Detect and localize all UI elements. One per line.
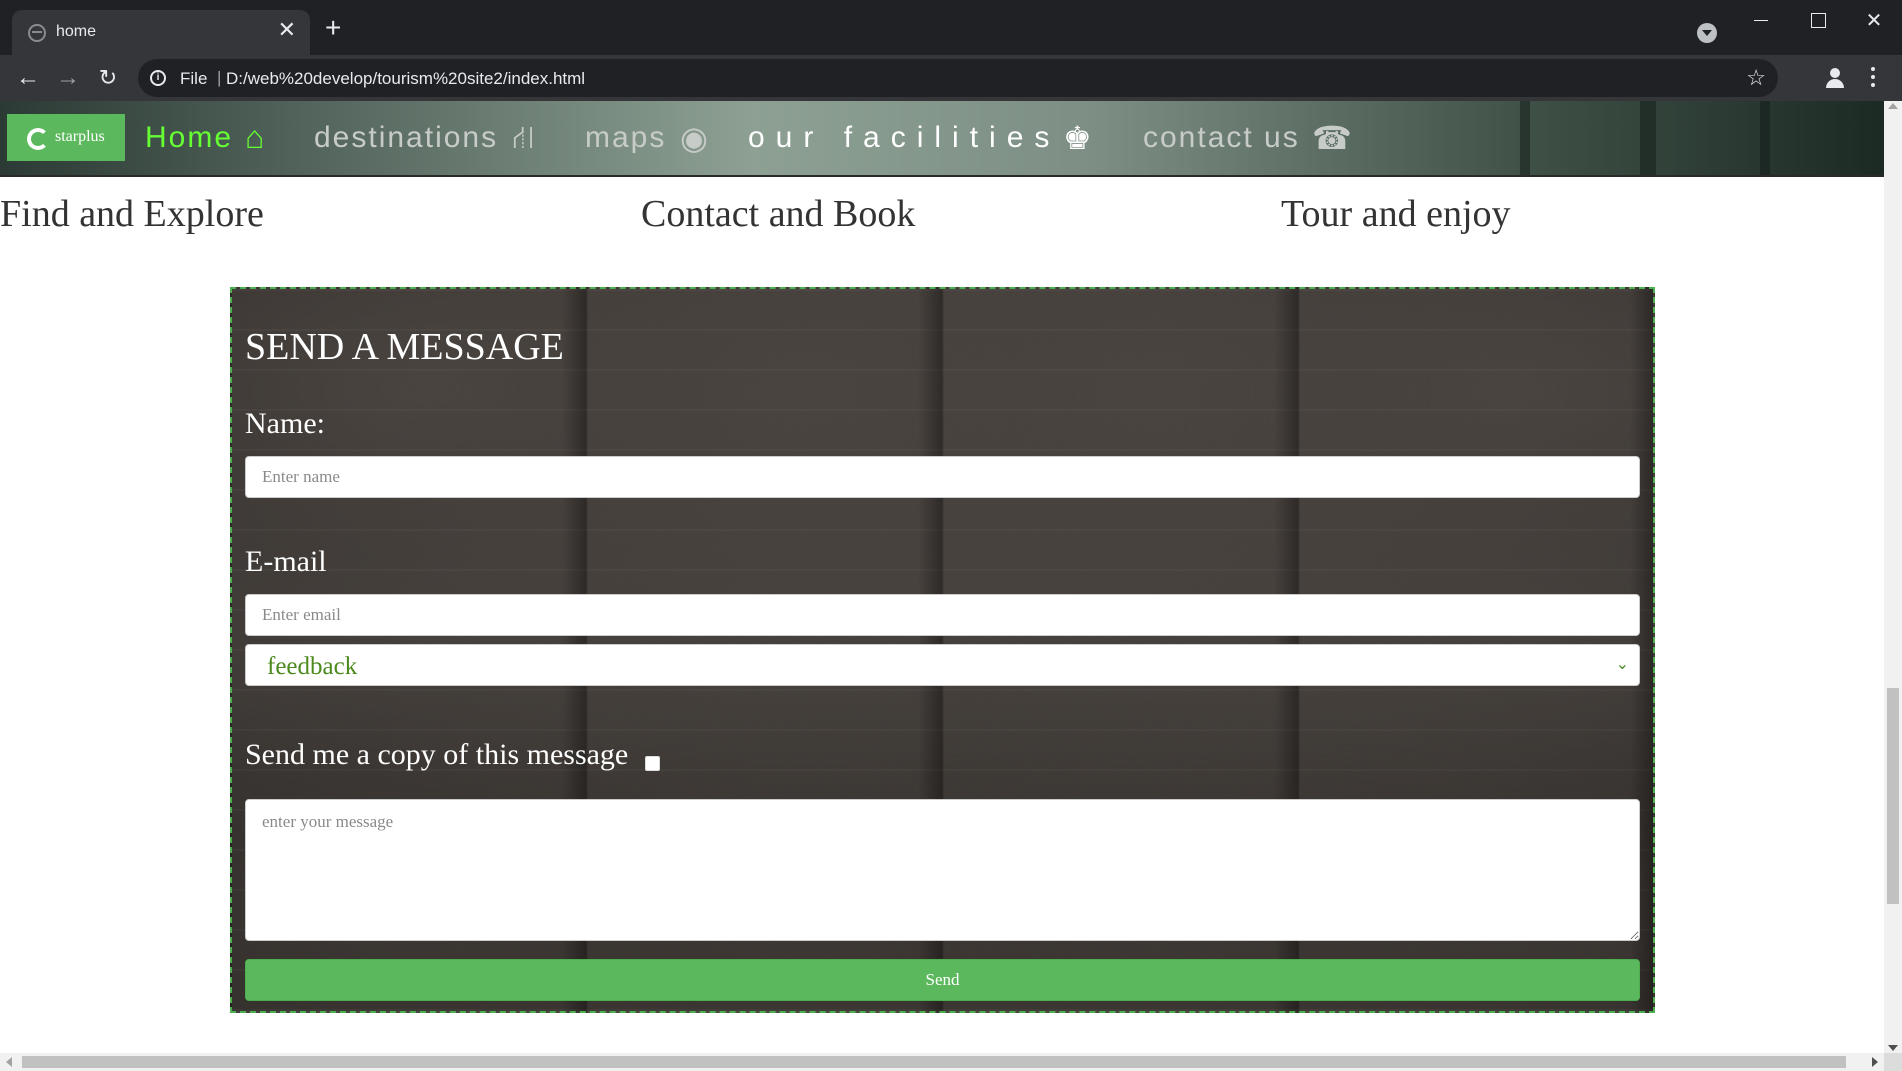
vertical-scroll-thumb[interactable] bbox=[1887, 688, 1899, 904]
close-icon[interactable]: ✕ bbox=[278, 19, 296, 41]
name-field[interactable] bbox=[245, 456, 1640, 498]
message-form: SEND A MESSAGE Name: E-mail feedback ⌄ S… bbox=[230, 287, 1655, 1013]
menu-icon[interactable] bbox=[1870, 65, 1876, 91]
copy-checkbox[interactable] bbox=[645, 756, 660, 771]
page-viewport: starplus Home ⌂ destinations ⛙ maps ◉ ou… bbox=[0, 101, 1884, 1053]
minimize-button[interactable] bbox=[1732, 6, 1788, 36]
profile-icon[interactable] bbox=[1824, 67, 1846, 89]
king-icon: ♚ bbox=[1063, 120, 1092, 156]
email-label: E-mail bbox=[245, 545, 327, 578]
address-bar[interactable]: i File | D:/web%20develop/tourism%20site… bbox=[138, 59, 1778, 97]
tab-search-icon[interactable] bbox=[1697, 23, 1717, 43]
headline-tour-enjoy: Tour and enjoy bbox=[1281, 193, 1511, 235]
message-textarea[interactable] bbox=[245, 799, 1640, 941]
reload-icon[interactable]: ↻ bbox=[92, 63, 124, 95]
subject-select-value: feedback bbox=[267, 653, 358, 680]
home-icon: ⌂ bbox=[245, 119, 265, 155]
form-title: SEND A MESSAGE bbox=[245, 326, 564, 368]
scroll-right-icon[interactable] bbox=[1872, 1057, 1878, 1067]
scheme-label: File bbox=[180, 69, 208, 88]
scroll-left-icon[interactable] bbox=[6, 1057, 12, 1067]
tree-silhouette bbox=[1760, 101, 1770, 175]
plus-icon[interactable]: + bbox=[325, 14, 341, 42]
site-logo[interactable]: starplus bbox=[7, 114, 125, 161]
nav-link-facilities[interactable]: our facilities bbox=[748, 121, 1060, 155]
back-icon[interactable]: ← bbox=[12, 63, 44, 95]
nav-link-home[interactable]: Home bbox=[145, 121, 233, 155]
tab-title: home bbox=[56, 23, 97, 40]
scroll-up-icon[interactable] bbox=[1888, 103, 1898, 109]
email-field[interactable] bbox=[245, 594, 1640, 636]
scrollbar-corner bbox=[1884, 1053, 1902, 1071]
browser-tabstrip: home ✕ + ✕ bbox=[0, 0, 1902, 55]
maximize-button[interactable] bbox=[1790, 6, 1846, 36]
chevron-down-icon: ⌄ bbox=[1615, 656, 1629, 673]
eye-icon: ◉ bbox=[680, 120, 708, 156]
browser-toolbar: ← → ↻ i File | D:/web%20develop/tourism%… bbox=[0, 55, 1902, 101]
url-text[interactable]: D:/web%20develop/tourism%20site2/index.h… bbox=[226, 69, 585, 89]
tree-silhouette bbox=[1640, 101, 1656, 175]
send-button[interactable]: Send bbox=[245, 959, 1640, 1001]
forward-icon[interactable]: → bbox=[52, 63, 84, 95]
nav-link-destinations[interactable]: destinations bbox=[314, 121, 498, 155]
logo-text: starplus bbox=[55, 128, 105, 145]
road-icon: ⛙ bbox=[512, 119, 535, 155]
scheme-separator: | bbox=[217, 68, 222, 87]
copy-checkbox-label: Send me a copy of this message bbox=[245, 738, 629, 771]
subject-select[interactable]: feedback ⌄ bbox=[245, 644, 1640, 686]
scroll-down-icon[interactable] bbox=[1888, 1045, 1898, 1051]
site-navbar: starplus Home ⌂ destinations ⛙ maps ◉ ou… bbox=[0, 101, 1884, 177]
nav-link-maps[interactable]: maps bbox=[585, 121, 666, 155]
info-icon[interactable]: i bbox=[150, 70, 166, 86]
nav-link-contact[interactable]: contact us bbox=[1143, 121, 1300, 155]
phone-icon: ☎ bbox=[1312, 120, 1352, 156]
headline-contact-book: Contact and Book bbox=[641, 193, 916, 235]
logo-swirl-icon bbox=[27, 128, 49, 150]
vertical-scrollbar[interactable] bbox=[1884, 101, 1902, 1053]
globe-icon bbox=[28, 24, 46, 42]
name-label: Name: bbox=[245, 407, 325, 440]
star-icon[interactable]: ☆ bbox=[1746, 65, 1766, 91]
headline-find-explore: Find and Explore bbox=[0, 193, 264, 235]
browser-tab[interactable]: home ✕ bbox=[12, 10, 310, 55]
horizontal-scrollbar[interactable] bbox=[0, 1053, 1884, 1071]
horizontal-scroll-thumb[interactable] bbox=[22, 1056, 1846, 1068]
tree-silhouette bbox=[1520, 101, 1530, 175]
close-window-button[interactable]: ✕ bbox=[1846, 6, 1902, 36]
